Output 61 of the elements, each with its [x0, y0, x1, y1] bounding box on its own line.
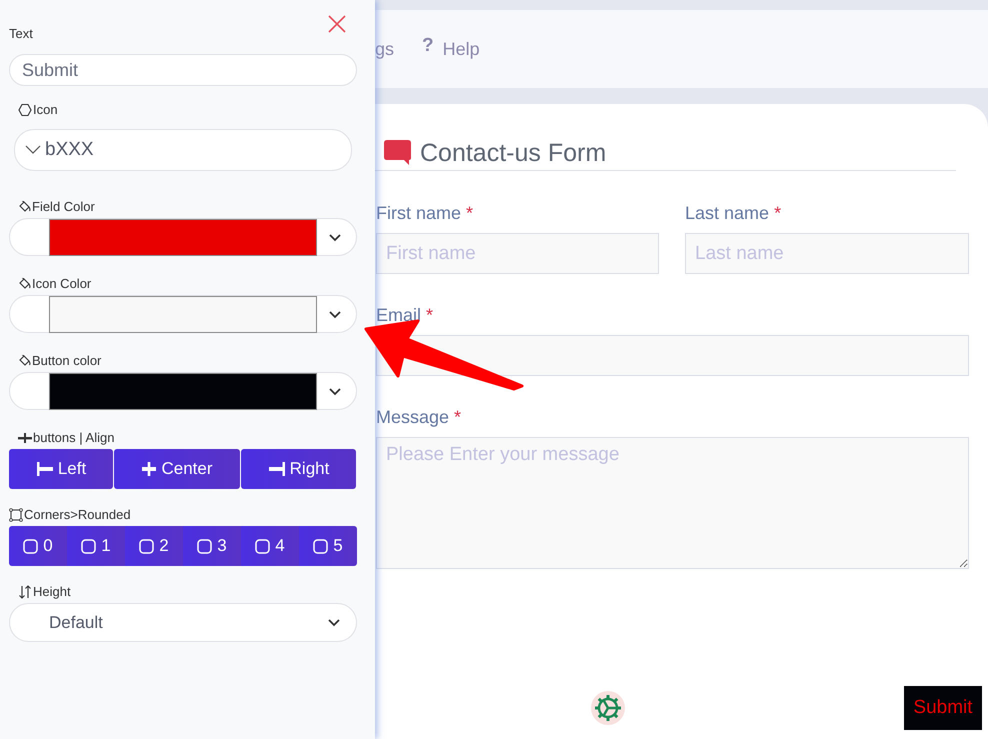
chevron-down-icon: [328, 386, 342, 396]
field-label: Text: [9, 26, 33, 42]
form-title: Contact-us Form: [420, 138, 606, 168]
paint-bucket-icon: [18, 355, 31, 367]
field-label: Height: [33, 584, 71, 600]
corner-button[interactable]: 1: [67, 526, 125, 566]
rounded-square-icon: [81, 538, 96, 554]
field-label: Email: [376, 304, 422, 326]
required-mark: *: [426, 304, 434, 326]
align-left-icon: [36, 461, 54, 477]
text-input[interactable]: Last name: [685, 233, 969, 274]
up-down-arrows-icon: [18, 585, 32, 599]
color-picker[interactable]: [9, 372, 357, 410]
color-picker[interactable]: [9, 295, 357, 333]
field-label: First name: [376, 202, 462, 224]
icon-select[interactable]: bXXX: [14, 129, 352, 171]
hexagon-icon: [18, 103, 32, 117]
rounded-square-icon: [313, 538, 328, 554]
required-mark: *: [466, 202, 474, 224]
chevron-down-icon: [25, 145, 41, 155]
rounded-square-icon: [139, 538, 154, 554]
field-label: Icon: [33, 102, 58, 118]
text-input[interactable]: First name: [376, 233, 659, 274]
gear-icon[interactable]: [591, 691, 625, 725]
align-button[interactable]: Left: [9, 449, 113, 489]
corner-button[interactable]: 0: [9, 526, 67, 566]
paint-bucket-icon: [18, 278, 31, 290]
speech-bubble-icon: [384, 140, 411, 166]
field-label: Last name: [685, 202, 770, 224]
color-picker[interactable]: [9, 218, 357, 256]
field-label: buttons | Align: [33, 430, 114, 446]
align-center-icon: [18, 432, 32, 444]
field-label: Message: [376, 406, 450, 428]
required-mark: *: [454, 406, 462, 428]
field-label: Corners>Rounded: [24, 507, 131, 523]
rounded-square-icon: [23, 538, 38, 554]
align-right-icon: [268, 461, 286, 477]
required-mark: *: [774, 202, 782, 224]
text-input[interactable]: Submit: [9, 54, 357, 86]
align-center-icon: [141, 461, 158, 477]
close-icon[interactable]: [327, 14, 347, 34]
height-select[interactable]: Default: [9, 603, 357, 642]
corners-icon: [9, 508, 23, 522]
field-label: Button color: [32, 353, 102, 369]
corner-button[interactable]: 5: [299, 526, 357, 566]
chevron-down-icon: [328, 232, 342, 242]
field-label: Field Color: [32, 199, 95, 215]
rounded-square-icon: [197, 538, 212, 554]
submit-button[interactable]: Submit: [904, 686, 982, 730]
align-button[interactable]: Right: [241, 449, 356, 489]
corner-button[interactable]: 2: [125, 526, 183, 566]
rounded-square-icon: [255, 538, 270, 554]
corner-button[interactable]: 4: [241, 526, 299, 566]
chevron-down-icon: [328, 310, 342, 318]
chevron-down-icon: [327, 618, 341, 627]
message-input[interactable]: Please Enter your message: [376, 437, 969, 569]
field-label: Icon Color: [32, 276, 92, 292]
paint-bucket-icon: [18, 201, 31, 213]
corner-button[interactable]: 3: [183, 526, 241, 566]
align-button[interactable]: Center: [114, 449, 240, 489]
text-input[interactable]: [376, 335, 969, 376]
